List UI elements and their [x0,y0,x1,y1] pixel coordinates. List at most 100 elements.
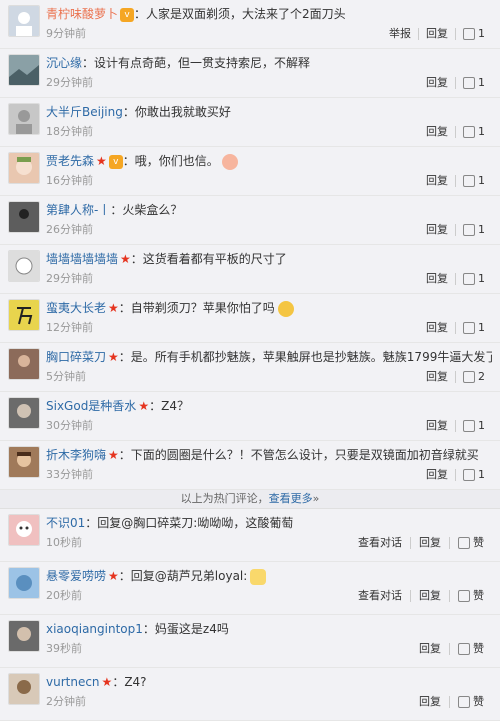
comment-text: Z4? [124,675,147,689]
username[interactable]: 悬零爱唠唠 [46,569,106,583]
comment-text: 回复@葫芦兄弟loyal: [130,569,248,583]
like-button[interactable]: 1 [455,28,492,40]
reply-button[interactable]: 回复 [419,126,455,138]
reply-button[interactable]: 回复 [419,371,455,383]
username[interactable]: 不识01 [46,516,85,530]
username[interactable]: 胸口碎菜刀 [46,350,106,364]
avatar[interactable] [8,673,40,705]
username[interactable]: vurtnecn [46,675,100,689]
v-badge-icon: v [120,7,135,22]
timestamp: 12分钟前 [46,321,93,334]
like-button[interactable]: 1 [455,224,492,236]
thumbs-up-icon [463,175,475,187]
comment-text: 回复@胸口碎菜刀:呦呦呦，这酸葡萄 [97,516,294,530]
reply-button[interactable]: 回复 [419,420,455,432]
comment-text: 自带剃须刀？苹果你怕了吗 [130,301,275,315]
reply-button[interactable]: 回复 [410,590,449,602]
reply-button[interactable]: 回复 [419,77,455,89]
like-button[interactable]: 1 [455,420,492,432]
avatar[interactable] [8,250,40,282]
avatar[interactable] [8,348,40,380]
comment-item: 折木李狗嗨 ★：下面的圆圈是什么？！不管怎么设计，只要是双镜面加初音绿就买 33分… [0,441,500,490]
comment-item: 青柠味酸萝卜 v ：人家是双面剃须，大法来了个2面刀头 9分钟前 举报 回复 1 [0,0,500,49]
thumbs-up-icon [463,469,475,481]
thumbs-up-icon [463,273,475,285]
like-button[interactable]: 1 [455,273,492,285]
reply-button[interactable]: 回复 [410,537,449,549]
avatar[interactable] [8,620,40,652]
vip-star-icon: ★ [138,399,150,413]
reply-button[interactable]: 回复 [418,28,455,40]
username[interactable]: 青柠味酸萝卜 [46,7,118,21]
vip-star-icon: ★ [101,675,113,689]
like-button[interactable]: 赞 [449,643,492,655]
like-button[interactable]: 1 [455,322,492,334]
comment-item: 胸口碎菜刀 ★：是。所有手机都抄魅族，苹果触屏也是抄魅族。魅族1799牛逼大发了。… [0,343,500,392]
avatar[interactable] [8,514,40,546]
avatar[interactable] [8,5,40,37]
emoji-cat-icon [250,568,267,585]
reply-button[interactable]: 回复 [419,469,455,481]
vip-star-icon: ★ [120,252,131,266]
username[interactable]: 第肆人称-丨 [46,203,110,217]
like-button[interactable]: 1 [455,469,492,481]
username[interactable]: xiaoqiangintop1 [46,622,143,636]
comment-text: 设计有点奇葩，但一贯支持索尼，不解释 [94,56,311,70]
reply-button[interactable]: 回复 [419,273,455,285]
comment-text: 哦，你们也信。 [134,154,219,168]
reply-button[interactable]: 回复 [419,175,455,187]
timestamp: 30分钟前 [46,419,93,432]
timestamp: 33分钟前 [46,468,93,481]
avatar[interactable] [8,567,40,599]
emoji-laugh-icon [277,300,294,317]
like-button[interactable]: 1 [455,175,492,187]
comment-item: SixGod是种香水 ★：Z4？ 30分钟前 回复 1 [0,392,500,441]
username[interactable]: SixGod是种香水 [46,399,136,413]
thumbs-up-icon [463,28,475,40]
comment-text: 妈蛋这是z4吗 [154,622,229,636]
timestamp: 29分钟前 [46,76,93,89]
comment-text: 人家是双面剃须，大法来了个2面刀头 [146,7,346,21]
username[interactable]: 蛮夷大长老 [46,301,106,315]
avatar[interactable] [8,446,40,478]
username[interactable]: 墙墙墙墙墙墙 [46,252,118,266]
avatar[interactable] [8,201,40,233]
timestamp: 18分钟前 [46,125,93,138]
reply-button[interactable]: 回复 [419,224,455,236]
thumbs-up-icon [463,224,475,236]
vip-star-icon: ★ [108,301,119,315]
like-button[interactable]: 1 [455,77,492,89]
like-button[interactable]: 赞 [449,696,492,708]
thumbs-up-icon [463,420,475,432]
like-button[interactable]: 1 [455,126,492,138]
like-button[interactable]: 赞 [449,590,492,602]
report-button[interactable]: 举报 [382,28,418,40]
avatar[interactable] [8,299,40,331]
comment-item: 不识01：回复@胸口碎菜刀:呦呦呦，这酸葡萄 10秒前 查看对话 回复赞 [0,509,500,562]
timestamp: 10秒前 [46,536,82,549]
view-more-link[interactable]: 查看更多 [269,492,313,505]
avatar[interactable] [8,54,40,86]
view-conversation-button[interactable]: 查看对话 [350,537,410,549]
timestamp: 16分钟前 [46,174,93,187]
like-button[interactable]: 赞 [449,537,492,549]
view-conversation-button[interactable]: 查看对话 [350,590,410,602]
timestamp: 2分钟前 [46,695,86,708]
comment-item: 蛮夷大长老 ★：自带剃须刀？苹果你怕了吗 12分钟前 回复 1 [0,294,500,343]
reply-button[interactable]: 回复 [419,322,455,334]
hot-comments-separator: 以上为热门评论，查看更多» [0,490,500,509]
username[interactable]: 折木李狗嗨 [46,448,106,462]
reply-button[interactable]: 回复 [411,643,449,655]
avatar[interactable] [8,152,40,184]
comment-text: Z4？ [161,399,189,413]
username[interactable]: 贾老先森 [46,154,94,168]
comment-item: 大半斤Beijing：你敢出我就敢买好 18分钟前 回复 1 [0,98,500,147]
avatar[interactable] [8,397,40,429]
timestamp: 26分钟前 [46,223,93,236]
reply-button[interactable]: 回复 [411,696,449,708]
avatar[interactable] [8,103,40,135]
username[interactable]: 沉心缘 [46,56,82,70]
thumbs-up-icon [463,371,475,383]
username[interactable]: 大半斤Beijing [46,105,123,119]
like-button[interactable]: 2 [455,371,492,383]
